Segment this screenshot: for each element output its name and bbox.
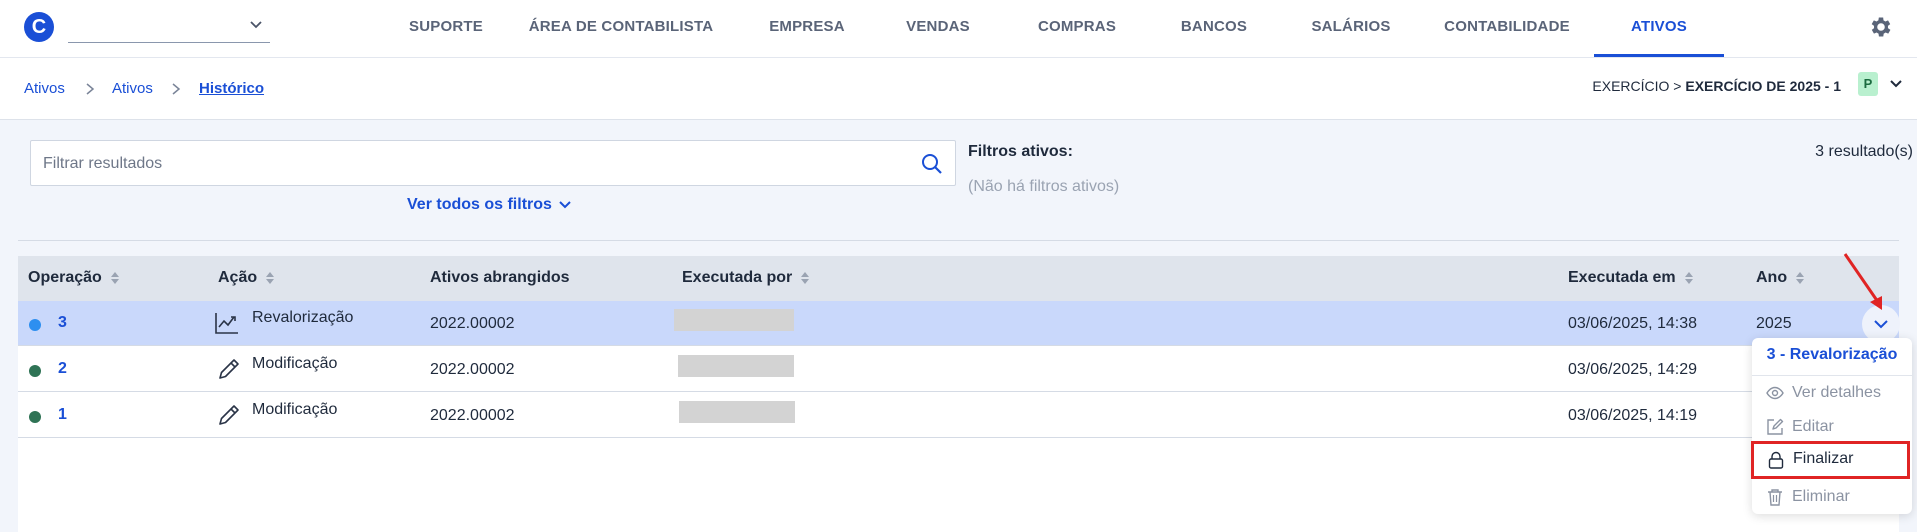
edit-icon (1767, 418, 1784, 435)
all-filters-button[interactable]: Ver todos os filtros (407, 196, 572, 214)
redacted-executed-by (678, 355, 794, 377)
menu-item-label: Ver detalhes (1792, 384, 1881, 401)
exercicio-value: EXERCÍCIO DE 2025 - 1 (1685, 78, 1841, 94)
status-badge: P (1858, 72, 1878, 96)
column-header-executada-em[interactable]: Executada em (1568, 269, 1694, 287)
search-field[interactable] (30, 140, 956, 186)
table-row[interactable]: 2 Modificação 2022.00002 03/06/2025, 14:… (18, 347, 1899, 392)
nav-ativos[interactable]: ATIVOS (1594, 0, 1724, 57)
chevron-down-icon (1874, 320, 1888, 329)
chevron-down-icon (559, 201, 571, 209)
history-table: Operação Ação Ativos abrangidos Executad… (18, 256, 1900, 532)
assets-value: 2022.00002 (430, 315, 515, 332)
gear-icon[interactable] (1868, 14, 1894, 40)
menu-title: 3 - Revalorização (1766, 346, 1898, 363)
executed-at: 03/06/2025, 14:38 (1568, 315, 1698, 332)
menu-item-label: Eliminar (1792, 488, 1850, 505)
menu-item-label: Editar (1792, 418, 1834, 435)
chevron-right-icon (86, 83, 95, 95)
column-header-acao[interactable]: Ação (218, 269, 275, 287)
menu-item-eliminar[interactable]: Eliminar (1752, 480, 1912, 514)
pencil-icon (219, 405, 239, 425)
breadcrumb-historico[interactable]: Histórico (199, 80, 264, 97)
executed-at: 03/06/2025, 14:29 (1568, 361, 1698, 378)
menu-item-finalizar[interactable]: Finalizar (1751, 441, 1910, 479)
status-dot (29, 411, 41, 423)
trash-icon (1768, 489, 1782, 506)
sort-icon[interactable] (265, 271, 275, 285)
year: 2025 (1756, 315, 1792, 332)
breadcrumb-ativos[interactable]: Ativos (112, 80, 153, 97)
executed-at: 03/06/2025, 14:19 (1568, 407, 1698, 424)
redacted-executed-by (679, 401, 795, 423)
pencil-icon (219, 359, 239, 379)
row-actions-menu: 3 - Revalorização Ver detalhes Editar Fi… (1751, 338, 1912, 514)
sort-icon[interactable] (1795, 271, 1805, 285)
exercicio-prefix: EXERCÍCIO > (1592, 78, 1686, 94)
assets-value: 2022.00002 (430, 407, 515, 424)
menu-item-ver-detalhes[interactable]: Ver detalhes (1752, 376, 1912, 410)
operation-number[interactable]: 3 (58, 314, 67, 332)
sort-icon[interactable] (110, 271, 120, 285)
column-header-ativos: Ativos abrangidos (430, 269, 570, 286)
redacted-executed-by (674, 309, 794, 331)
search-icon[interactable] (921, 153, 943, 175)
annotation-arrow-icon (1843, 253, 1882, 310)
column-header-operacao[interactable]: Operação (28, 269, 120, 287)
all-filters-label: Ver todos os filtros (407, 196, 552, 213)
lock-icon (1768, 451, 1784, 469)
menu-item-editar[interactable]: Editar (1752, 410, 1912, 444)
nav-suporte[interactable]: SUPORTE (393, 0, 499, 57)
table-row[interactable]: 1 Modificação 2022.00002 03/06/2025, 14:… (18, 393, 1899, 438)
breadcrumb: Ativos Ativos Histórico EXERCÍCIO > EXER… (0, 58, 1917, 120)
action-label: Revalorização (252, 309, 354, 326)
nav-vendas[interactable]: VENDAS (888, 0, 988, 57)
status-dot (29, 365, 41, 377)
search-input[interactable] (43, 153, 903, 175)
exercicio-selector[interactable]: EXERCÍCIO > EXERCÍCIO DE 2025 - 1 (1592, 78, 1841, 94)
top-navigation-bar: C SUPORTE ÁREA DE CONTABILISTA EMPRESA V… (0, 0, 1917, 58)
app-logo[interactable]: C (24, 12, 54, 42)
sort-icon[interactable] (1684, 271, 1694, 285)
company-selector[interactable] (68, 10, 270, 43)
sort-icon[interactable] (800, 271, 810, 285)
action-label: Modificação (252, 355, 338, 372)
nav-area-contabilista[interactable]: ÁREA DE CONTABILISTA (523, 0, 719, 57)
chevron-right-icon (172, 83, 181, 95)
chevron-down-icon (250, 21, 262, 29)
action-label: Modificação (252, 401, 338, 418)
menu-item-label: Finalizar (1793, 450, 1854, 467)
active-filters-label: Filtros ativos: (968, 143, 1073, 160)
assets-value: 2022.00002 (430, 361, 515, 378)
operation-number[interactable]: 1 (58, 406, 67, 424)
nav-compras[interactable]: COMPRAS (1022, 0, 1132, 57)
chevron-down-icon[interactable] (1888, 76, 1904, 92)
status-dot (29, 319, 41, 331)
column-header-executada-por[interactable]: Executada por (682, 269, 810, 287)
divider (18, 240, 1899, 241)
nav-contabilidade[interactable]: CONTABILIDADE (1432, 0, 1582, 57)
table-header: Operação Ação Ativos abrangidos Executad… (18, 256, 1899, 301)
chart-line-icon (215, 313, 238, 334)
nav-salarios[interactable]: SALÁRIOS (1296, 0, 1406, 57)
results-count: 3 resultado(s) (1815, 143, 1913, 160)
no-filters-text: (Não há filtros ativos) (968, 178, 1120, 195)
column-header-ano[interactable]: Ano (1756, 269, 1805, 287)
eye-icon (1766, 386, 1784, 400)
nav-bancos[interactable]: BANCOS (1164, 0, 1264, 57)
breadcrumb-ativos-root[interactable]: Ativos (24, 80, 65, 97)
operation-number[interactable]: 2 (58, 360, 67, 378)
table-row[interactable]: 3 Revalorização 2022.00002 03/06/2025, 1… (18, 301, 1900, 346)
nav-empresa[interactable]: EMPRESA (752, 0, 862, 57)
